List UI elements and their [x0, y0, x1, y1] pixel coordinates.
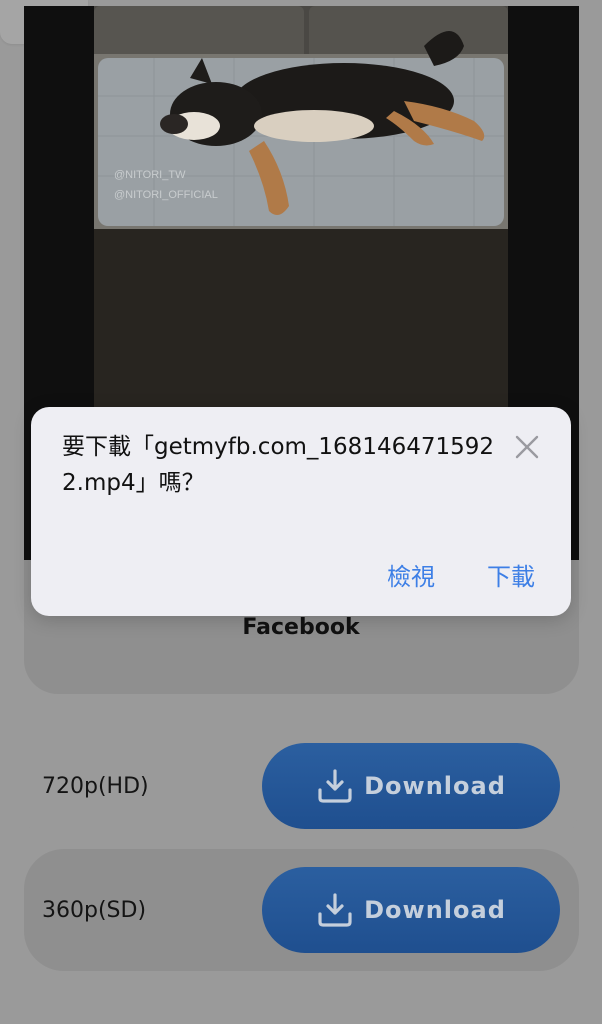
download-confirm-dialog: 要下載「getmyfb.com_1681464715922.mp4」嗎？ 檢視 …	[31, 407, 571, 616]
download-label: Download	[364, 772, 506, 800]
download-label: Download	[364, 896, 506, 924]
download-360p-button[interactable]: Download	[262, 867, 560, 953]
view-button[interactable]: 檢視	[387, 557, 435, 592]
close-icon[interactable]	[513, 433, 541, 461]
quality-row-360p: 360p(SD) Download	[24, 849, 579, 971]
watermark-line-1: @NITORI_TW	[114, 169, 186, 181]
quality-row-720p: 720p(HD) Download	[24, 725, 579, 847]
source-name: Facebook	[242, 615, 360, 640]
download-icon	[318, 893, 352, 927]
watermark-line-2: @NITORI_OFFICIAL	[114, 189, 218, 201]
quality-label: 720p(HD)	[42, 773, 149, 799]
download-icon	[318, 769, 352, 803]
dialog-message: 要下載「getmyfb.com_1681464715922.mp4」嗎？	[62, 434, 495, 496]
quality-label: 360p(SD)	[42, 897, 147, 923]
confirm-download-button[interactable]: 下載	[487, 557, 535, 592]
download-720p-button[interactable]: Download	[262, 743, 560, 829]
